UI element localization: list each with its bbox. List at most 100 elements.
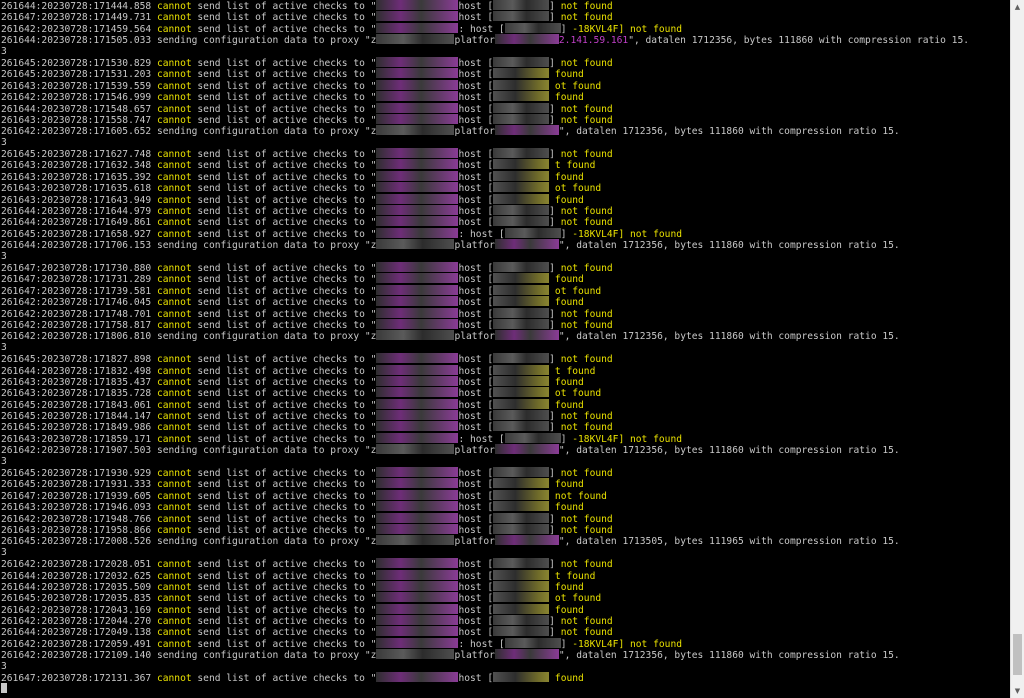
log-result: -18KVL4F] not found: [572, 638, 682, 650]
redacted-block: [376, 170, 459, 181]
log-keyword-cannot: cannot: [156, 479, 192, 490]
redacted-block: [493, 478, 550, 489]
redacted-block: [493, 318, 550, 329]
log-result: not found: [560, 616, 613, 627]
log-result: found: [554, 479, 584, 490]
log-line: 261644:20230728:171706.153 sending confi…: [1, 239, 1010, 251]
redacted-block: [493, 387, 550, 398]
log-line: 261645:20230728:171931.333 cannot send l…: [1, 478, 584, 490]
log-result: found: [554, 673, 584, 684]
log-keyword-cannot: cannot: [156, 524, 192, 536]
log-line: 261645:20230728:171849.986 cannot send l…: [1, 421, 613, 433]
log-timestamp: 261643:20230728:171643.949: [1, 194, 152, 206]
log-host-label: host: [458, 354, 482, 365]
log-host-label: : host: [458, 433, 494, 445]
log-message: send list of active checks to ": [191, 468, 377, 479]
log-line: 261647:20230728:172131.367 cannot send l…: [1, 672, 584, 684]
log-timestamp: 261642:20230728:172044.270: [1, 616, 152, 627]
log-message: send list of active checks to ": [191, 399, 377, 411]
log-line: 261647:20230728:171731.289 cannot send l…: [1, 273, 584, 285]
log-host-label: host: [458, 308, 482, 319]
log-timestamp: 261645:20230728:171658.927: [1, 228, 152, 240]
log-keyword-cannot: cannot: [156, 194, 192, 206]
log-host-label: host: [458, 559, 482, 570]
log-message: send list of active checks to ": [191, 354, 377, 365]
log-timestamp: 261647:20230728:171739.581: [1, 285, 152, 297]
log-keyword-cannot: cannot: [156, 616, 192, 627]
redacted-block: [376, 375, 459, 386]
log-timestamp: 261642:20230728:172059.491: [1, 638, 152, 650]
log-ratio: with compression ratio 15.: [743, 445, 900, 456]
log-message: send list of active checks to ": [191, 376, 377, 388]
log-line: 261643:20230728:171635.392 cannot send l…: [1, 170, 584, 183]
log-datalen-label: ", datalen: [628, 35, 692, 46]
log-timestamp: 261647:20230728:172131.367: [1, 673, 152, 684]
log-result: ot found: [554, 388, 602, 399]
log-keyword-cannot: cannot: [156, 103, 192, 114]
log-keyword-cannot: cannot: [156, 274, 192, 285]
log-message: send list of active checks to ": [191, 388, 377, 399]
redacted-block: [376, 273, 459, 284]
log-timestamp: 261642:20230728:172109.140: [1, 650, 152, 661]
redacted-block: [376, 387, 459, 398]
log-line: 261645:20230728:171627.748 cannot send l…: [1, 148, 613, 160]
log-timestamp: 261643:20230728:171632.348: [1, 160, 152, 171]
log-timestamp: 261644:20230728:171706.153: [1, 240, 152, 251]
log-result: found: [554, 581, 584, 593]
log-platform: platfor: [454, 650, 495, 661]
log-line: 3: [1, 661, 1010, 672]
log-result: not found: [560, 524, 613, 536]
redacted-block: [376, 421, 459, 432]
scroll-thumb[interactable]: [1013, 634, 1022, 675]
log-message: send list of active checks to ": [191, 69, 377, 80]
log-result: not found: [560, 422, 613, 433]
log-line: 261642:20230728:171806.810 sending confi…: [1, 330, 1010, 342]
log-keyword-cannot: cannot: [156, 308, 192, 319]
log-timestamp: 261645:20230728:171849.986: [1, 422, 152, 433]
log-timestamp: 261642:20230728:171758.817: [1, 319, 152, 331]
vertical-scrollbar[interactable]: ▲ ▼: [1010, 0, 1024, 698]
log-message: sending configuration data to proxy "z: [151, 331, 377, 342]
log-timestamp: 261643:20230728:171558.747: [1, 114, 152, 126]
redacted-block: [493, 79, 550, 90]
redacted-block: [493, 11, 550, 22]
log-host-label: host: [458, 422, 482, 433]
log-timestamp: 261643:20230728:171835.728: [1, 388, 152, 399]
log-line: 261644:20230728:172049.138 cannot send l…: [1, 626, 613, 638]
log-line: 261643:20230728:171635.618 cannot send l…: [1, 182, 602, 194]
redacted-block: [376, 569, 459, 580]
redacted-block: [376, 216, 459, 227]
log-message: sending configuration data to proxy "z: [151, 445, 377, 456]
log-timestamp: 261642:20230728:172028.051: [1, 559, 152, 570]
scroll-up-arrow-icon[interactable]: ▲: [1011, 0, 1024, 14]
log-line: 261643:20230728:171835.728 cannot send l…: [1, 387, 602, 399]
log-line: 261647:20230728:171730.880 cannot send l…: [1, 261, 613, 274]
log-host-label: host: [458, 376, 482, 388]
log-keyword-cannot: cannot: [156, 217, 192, 228]
log-line: 261643:20230728:171946.093 cannot send l…: [1, 501, 584, 513]
log-keyword-cannot: cannot: [156, 502, 192, 513]
log-datalen-label: ", datalen: [558, 445, 623, 456]
terminal-output[interactable]: 261644:20230728:171444.858 cannot send l…: [0, 0, 1010, 698]
log-wrap-text: 3: [1, 45, 7, 57]
log-host-label: host: [458, 206, 482, 217]
scroll-track[interactable]: [1011, 14, 1024, 684]
log-line: 3: [1, 456, 1010, 467]
redacted-block: [376, 91, 459, 102]
log-result: not found: [560, 513, 613, 524]
log-timestamp: 261644:20230728:172035.509: [1, 581, 152, 593]
log-result: not found: [554, 490, 607, 502]
redacted-block: [376, 649, 455, 660]
log-result: not found: [560, 559, 613, 570]
redacted-block: [376, 501, 459, 512]
log-message: send list of active checks to ": [191, 297, 377, 308]
log-result: ot found: [554, 593, 602, 604]
log-host-label: host: [458, 388, 482, 399]
log-message: send list of active checks to ": [191, 23, 377, 35]
log-keyword-cannot: cannot: [156, 183, 192, 194]
log-timestamp: 261644:20230728:171444.858: [1, 1, 152, 12]
redacted-block: [494, 535, 559, 546]
log-datalen: 1712356: [622, 240, 663, 251]
scroll-down-arrow-icon[interactable]: ▼: [1011, 684, 1024, 698]
redacted-block: [376, 535, 455, 546]
